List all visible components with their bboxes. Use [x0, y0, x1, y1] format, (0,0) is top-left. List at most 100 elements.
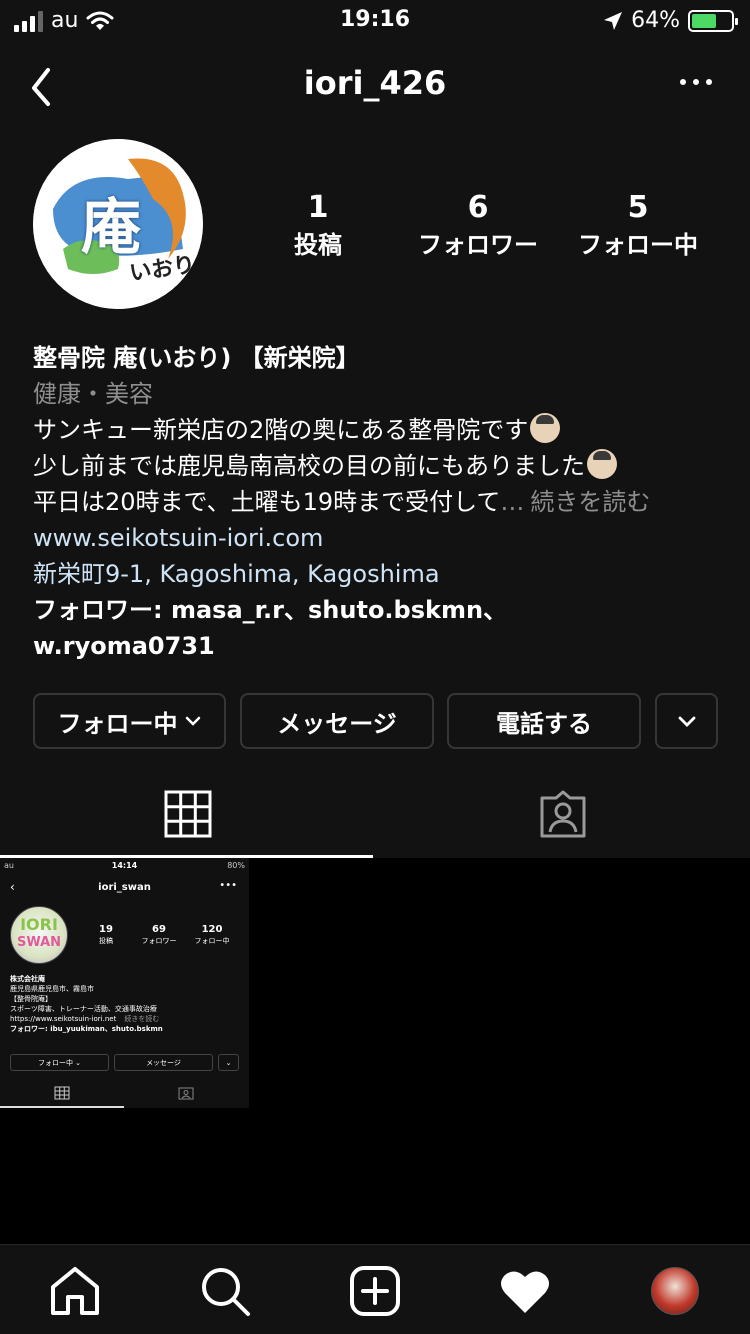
chevron-down-icon	[678, 716, 695, 727]
posts-grid: au 14:14 80% ‹ iori_swan ••• IORI SWAN 1…	[0, 858, 750, 1244]
post-avatar: IORI SWAN	[10, 906, 68, 964]
post-bio-line-4: スポーツ障害、トレーナー活動、交通事故治療	[10, 1005, 157, 1013]
post-bio-line-5: https://www.seikotsuin-iori.net	[10, 1015, 117, 1023]
follower-link-3[interactable]: w.ryoma0731	[33, 632, 215, 660]
post-dropdown-button: ⌄	[218, 1054, 239, 1071]
post-bio-line-3: 【整骨院庵】	[10, 995, 52, 1003]
plus-square-icon	[350, 1266, 400, 1316]
post-followers-line: フォロワー: ibu_yuukiman、shuto.bskmn	[10, 1025, 163, 1033]
follower-separator-2: 、	[483, 596, 508, 624]
search-icon	[202, 1268, 250, 1316]
post-status-time: 14:14	[111, 861, 138, 870]
bio-line-3: 平日は20時まで、土曜も19時まで受付して… 続きを読む	[33, 484, 723, 520]
post-tagged-icon	[178, 1087, 194, 1100]
bottom-nav	[0, 1244, 750, 1334]
post-tab-indicator	[0, 1106, 124, 1108]
post-bio-line-1: 株式会社庵	[10, 975, 45, 983]
call-button-label: 電話する	[496, 709, 592, 738]
profile-avatar[interactable]: 庵 いおり	[33, 139, 203, 309]
profile-category: 健康・美容	[33, 380, 153, 408]
address-link[interactable]: 新栄町9-1, Kagoshima, Kagoshima	[33, 556, 723, 592]
stat-posts-value: 1	[307, 190, 329, 225]
message-button[interactable]: メッセージ	[240, 693, 434, 749]
page-title: iori_426	[303, 64, 447, 102]
stat-followers[interactable]: 6 フォロワー	[398, 188, 558, 262]
grid-icon	[164, 790, 211, 838]
post-message-label: メッセージ	[146, 1058, 181, 1067]
post-stat-posts-label: 投稿	[99, 937, 113, 945]
nav-profile[interactable]	[647, 1263, 703, 1319]
person-emoji-icon	[530, 413, 561, 443]
stat-followers-label: フォロワー	[418, 231, 538, 259]
location-arrow-icon	[604, 11, 623, 30]
stat-following[interactable]: 5 フォロー中	[558, 188, 718, 262]
nav-activity[interactable]	[497, 1263, 553, 1319]
post-dropdown-chevron-icon: ⌄	[225, 1058, 232, 1067]
message-button-label: メッセージ	[277, 709, 397, 738]
post-stat-posts: 19 投稿	[81, 924, 131, 946]
follower-separator-1: 、	[284, 596, 309, 624]
avatar-main-text: 庵	[81, 193, 141, 263]
chevron-down-icon	[185, 716, 200, 726]
stat-posts-label: 投稿	[294, 231, 342, 259]
nav-search[interactable]	[197, 1263, 253, 1319]
home-icon	[51, 1267, 99, 1315]
tab-grid[interactable]	[0, 770, 375, 858]
post-stat-following-label: フォロー中	[194, 937, 230, 945]
battery-percent: 64%	[631, 8, 680, 33]
post-more-icon: •••	[219, 880, 237, 891]
call-button[interactable]: 電話する	[447, 693, 641, 749]
stat-following-value: 5	[627, 190, 649, 225]
nav-new-post[interactable]	[347, 1263, 403, 1319]
more-horizontal-icon	[680, 79, 712, 85]
post-bio-more: 続きを読む	[124, 1015, 160, 1023]
bio-line-1: サンキュー新栄店の2階の奥にある整骨院です	[33, 412, 723, 448]
post-bio-line-5-row: https://www.seikotsuin-iori.net 続きを読む	[10, 1014, 240, 1024]
nav-home[interactable]	[47, 1263, 103, 1319]
battery-level	[692, 13, 717, 28]
tab-tagged[interactable]	[375, 770, 750, 858]
read-more-link[interactable]: 続きを読む	[530, 488, 650, 516]
bio-line-2: 少し前までは鹿児島南高校の目の前にもありました	[33, 448, 723, 484]
post-status-battery: 80%	[227, 861, 245, 870]
profile-header: iori_426	[0, 50, 750, 120]
post-status-bar: au 14:14 80%	[4, 861, 245, 873]
followed-by-prefix: フォロワー:	[33, 596, 171, 624]
raising-hand-emoji-icon	[587, 449, 617, 479]
status-bar: au 19:16 64%	[0, 0, 750, 40]
battery-icon	[688, 9, 738, 32]
following-button-label: フォロー中	[57, 709, 178, 738]
post-chevron-down-icon: ⌄	[72, 1058, 82, 1067]
profile-avatar-icon	[651, 1267, 699, 1315]
post-bio: 株式会社庵 鹿児島県鹿児島市、霧島市 【整骨院庵】 スポーツ障害、トレーナー活動…	[10, 974, 240, 1034]
post-stat-followers: 69 フォロワー	[134, 924, 184, 946]
suggestions-dropdown-button[interactable]	[655, 693, 718, 749]
post-stat-posts-value: 19	[99, 924, 113, 935]
post-avatar-text-2: SWAN	[16, 935, 62, 950]
stat-following-label: フォロー中	[578, 231, 698, 259]
post-bio-line-2: 鹿児島県鹿児島市、霧島市	[10, 985, 94, 993]
post-following-button: フォロー中 ⌄	[10, 1054, 109, 1071]
follower-link-2[interactable]: shuto.bskmn	[308, 596, 483, 624]
profile-tabs	[0, 770, 750, 858]
followed-by: フォロワー: masa_r.r、shuto.bskmn、	[33, 592, 723, 628]
following-button[interactable]: フォロー中	[33, 693, 226, 749]
post-thumbnail[interactable]: au 14:14 80% ‹ iori_swan ••• IORI SWAN 1…	[0, 858, 249, 1108]
heart-icon	[501, 1271, 549, 1313]
more-options-button[interactable]	[678, 72, 714, 92]
post-grid-icon	[54, 1086, 70, 1100]
profile-bio: 整骨院 庵(いおり) 【新栄院】 健康・美容 サンキュー新栄店の2階の奥にある整…	[33, 340, 723, 664]
status-right: 64%	[603, 8, 738, 33]
post-stat-followers-label: フォロワー	[141, 937, 177, 945]
post-stat-following: 120 フォロー中	[187, 924, 237, 946]
website-link[interactable]: www.seikotsuin-iori.com	[33, 520, 723, 556]
post-following-label: フォロー中	[37, 1058, 73, 1067]
tagged-person-icon	[540, 790, 585, 838]
post-stat-following-value: 120	[201, 924, 223, 935]
bio-line-2-text: 少し前までは鹿児島南高校の目の前にもありました	[33, 452, 585, 480]
post-stat-followers-value: 69	[152, 924, 166, 935]
follower-link-1[interactable]: masa_r.r	[171, 596, 284, 624]
stat-followers-value: 6	[467, 190, 489, 225]
stat-posts[interactable]: 1 投稿	[238, 188, 398, 262]
bio-line-3-text: 平日は20時まで、土曜も19時まで受付して	[33, 488, 501, 516]
